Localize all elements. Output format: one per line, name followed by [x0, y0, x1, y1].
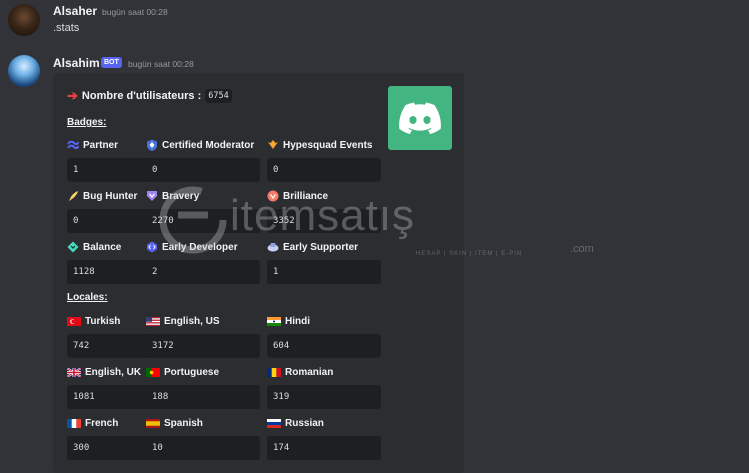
- message-content: .stats: [53, 22, 80, 34]
- avatar[interactable]: [8, 4, 40, 36]
- hypesquad-events-icon: [268, 140, 278, 149]
- badge-value: 2: [146, 260, 260, 284]
- badge-value: 1: [267, 260, 381, 284]
- locale-field-hindi: Hindi 604: [267, 314, 381, 358]
- bug-hunter-icon: [69, 191, 78, 201]
- locale-field-spanish: Spanish 10: [146, 416, 260, 460]
- badge-field-hypesquad-events: Hypesquad Events 0: [267, 138, 381, 182]
- flag-france-icon: [67, 418, 81, 428]
- discord-logo-icon: [399, 102, 441, 134]
- embed-title-text: Nombre d'utilisateurs :: [81, 90, 202, 102]
- badge-field-bravery: Bravery 2270: [146, 189, 260, 233]
- badge-field-early-developer: Early Developer 2: [146, 240, 260, 284]
- badge-field-certified-moderator: Certified Moderator 0: [146, 138, 260, 182]
- watermark-domain: .com: [570, 243, 594, 255]
- early-supporter-icon: [267, 243, 279, 252]
- author-name[interactable]: Alsahim: [53, 56, 100, 70]
- user-count: 6754: [205, 89, 232, 103]
- locale-field-russian: Russian 174: [267, 416, 381, 460]
- locale-field-english-us: English, US 3172: [146, 314, 260, 358]
- flag-turkey-icon: [67, 316, 81, 326]
- flag-romania-icon: [267, 367, 281, 377]
- timestamp: bugün saat 00:28: [102, 7, 168, 17]
- certified-moderator-icon: [147, 139, 157, 151]
- locale-field-romanian: Romanian 319: [267, 365, 381, 409]
- partner-icon: [67, 140, 79, 150]
- arrow-right-icon: ➔: [67, 88, 78, 103]
- badge-field-early-supporter: Early Supporter 1: [267, 240, 381, 284]
- flag-us-icon: [146, 316, 160, 326]
- brilliance-icon: [267, 190, 279, 202]
- locale-value: 10: [146, 436, 260, 460]
- badge-value: 3352: [267, 209, 381, 233]
- badges-heading: Badges:: [67, 117, 107, 128]
- flag-uk-icon: [67, 367, 81, 377]
- flag-russia-icon: [267, 418, 281, 428]
- stats-embed: ➔ Nombre d'utilisateurs : 6754 Badges: P…: [53, 73, 464, 473]
- locale-value: 174: [267, 436, 381, 460]
- flag-portugal-icon: [146, 367, 160, 377]
- locales-heading: Locales:: [67, 292, 108, 303]
- bravery-icon: [147, 191, 157, 201]
- badge-value: 2270: [146, 209, 260, 233]
- badge-field-brilliance: Brilliance 3352: [267, 189, 381, 233]
- badge-value: 0: [267, 158, 381, 182]
- badge-value: 0: [146, 158, 260, 182]
- early-developer-icon: [147, 241, 157, 253]
- locale-value: 319: [267, 385, 381, 409]
- avatar[interactable]: [8, 55, 40, 87]
- locale-value: 604: [267, 334, 381, 358]
- flag-india-icon: [267, 316, 281, 326]
- locale-value: 188: [146, 385, 260, 409]
- locale-field-portuguese: Portuguese 188: [146, 365, 260, 409]
- embed-thumbnail[interactable]: [388, 86, 452, 150]
- timestamp: bugün saat 00:28: [128, 59, 194, 69]
- balance-icon: [67, 241, 79, 253]
- locale-value: 3172: [146, 334, 260, 358]
- author-name[interactable]: Alsaher: [53, 4, 97, 18]
- bot-badge: BOT: [101, 57, 122, 68]
- embed-title: ➔ Nombre d'utilisateurs : 6754: [67, 88, 232, 104]
- flag-spain-icon: [146, 418, 160, 428]
